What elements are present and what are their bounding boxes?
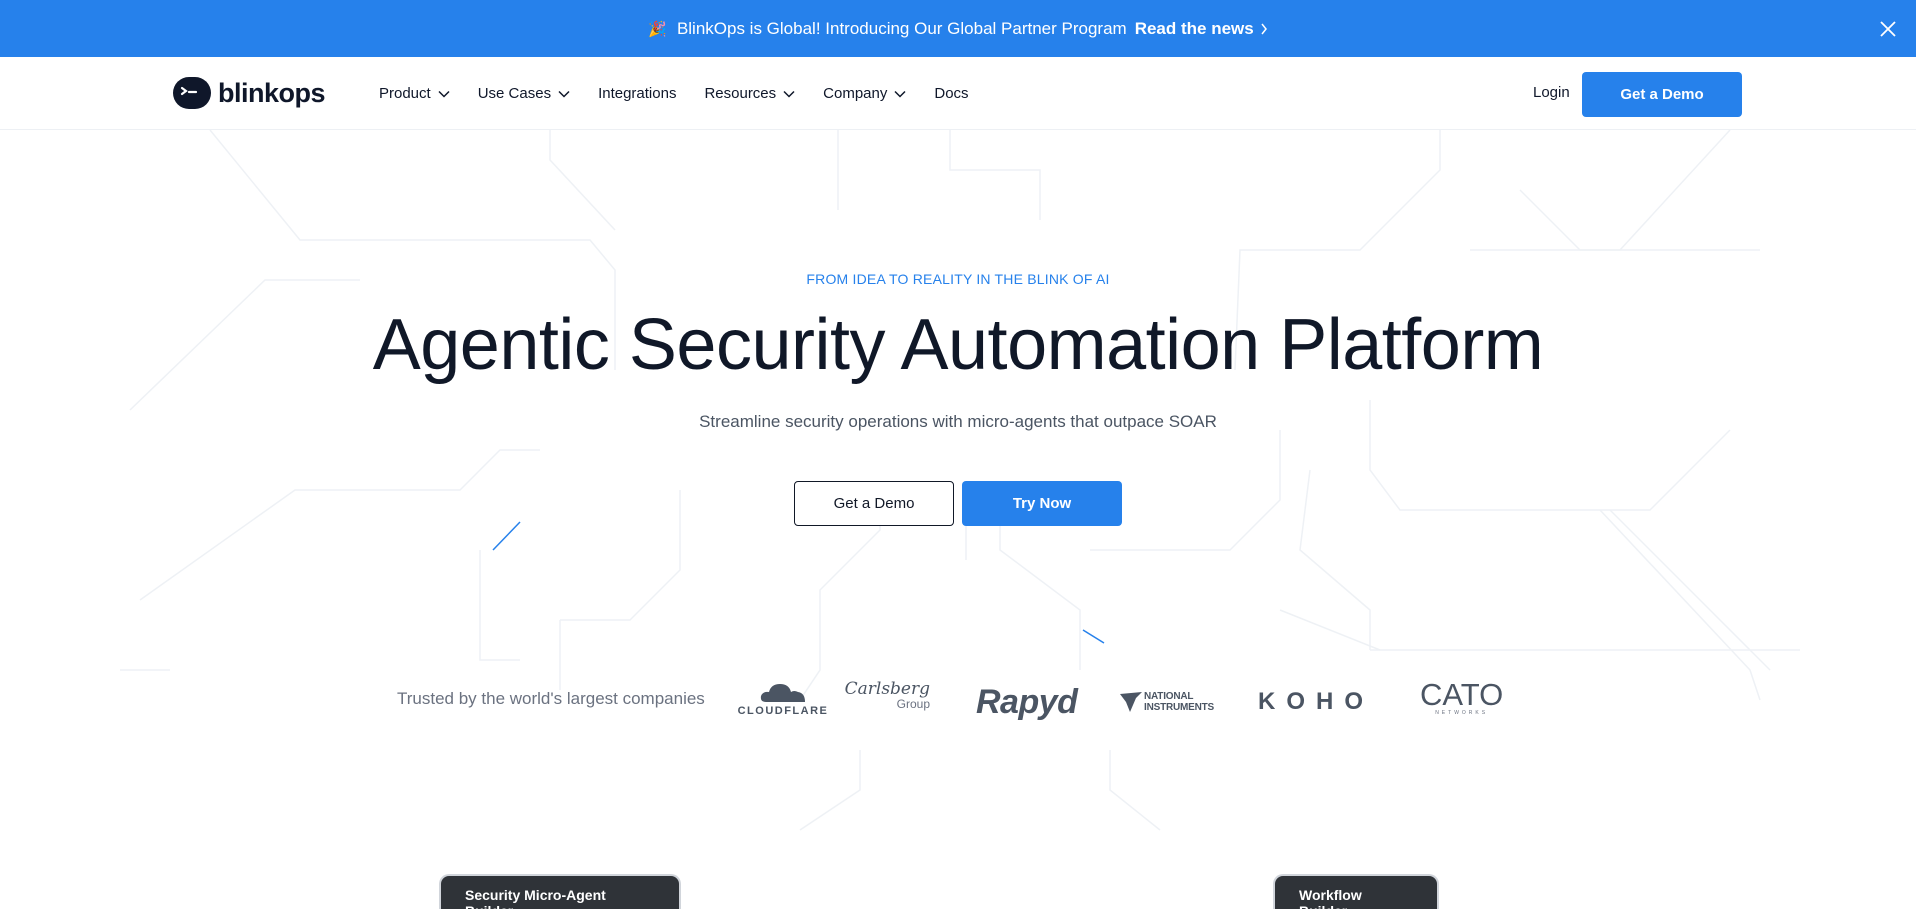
carlsberg-logo: Carlsberg Group [845, 680, 930, 724]
nav-menu: Product Use Cases Integrations Resources… [379, 57, 997, 130]
national-instruments-logo: NATIONAL INSTRUMENTS [1120, 680, 1214, 724]
nav-item-product[interactable]: Product [379, 85, 450, 102]
carlsberg-group-text: Group [896, 697, 930, 711]
nav-item-label: Resources [704, 85, 777, 102]
cato-networks-text: NETWORKS [1435, 710, 1489, 716]
chevron-down-icon [894, 90, 906, 98]
cato-wordmark: CATO [1420, 677, 1504, 712]
circuit-background [120, 130, 1800, 831]
ni-eagle-icon [1120, 692, 1142, 712]
nav-item-label: Integrations [598, 85, 677, 102]
read-news-label: Read the news [1134, 18, 1254, 38]
koho-logo: KOHO [1258, 688, 1374, 715]
carlsberg-wordmark: Carlsberg [844, 679, 930, 699]
chevron-down-icon [783, 90, 795, 98]
try-now-button[interactable]: Try Now [962, 481, 1122, 526]
hero-kicker: FROM IDEA TO REALITY IN THE BLINK OF AI [806, 271, 1110, 287]
party-emoji: 🎉 [648, 20, 667, 38]
ni-wordmark-line-1: NATIONAL [1144, 691, 1194, 702]
nav-item-label: Company [823, 85, 888, 102]
hero-subtitle: Streamline security operations with micr… [699, 412, 1217, 431]
nav-item-label: Product [379, 85, 431, 102]
blinkops-logo[interactable]: blinkops [172, 76, 326, 110]
security-micro-agent-builder-tab[interactable]: Security Micro-Agent Builder [441, 876, 679, 909]
nav-item-use-cases[interactable]: Use Cases [478, 85, 570, 102]
chevron-down-icon [558, 90, 570, 98]
nav-item-docs[interactable]: Docs [934, 85, 968, 102]
nav-item-integrations[interactable]: Integrations [598, 85, 676, 102]
trusted-label: Trusted by the world's largest companies [397, 689, 705, 708]
blinkops-logo-icon [172, 76, 212, 110]
ni-wordmark-line-2: INSTRUMENTS [1144, 702, 1215, 713]
cato-networks-logo: CATO NETWORKS [1420, 677, 1504, 724]
nav-item-label: Use Cases [477, 85, 552, 102]
chevron-down-icon [438, 90, 450, 98]
nav-item-company[interactable]: Company [823, 85, 906, 102]
main-nav: blinkops Product Use Cases Integrations … [0, 57, 1916, 130]
hero-get-demo-button[interactable]: Get a Demo [794, 481, 954, 526]
cloudflare-logo: CLOUDFLARE [738, 680, 828, 724]
read-news-link[interactable]: Read the news [1135, 19, 1268, 39]
workflow-builder-tab[interactable]: Workflow Builder [1275, 876, 1437, 909]
announcement-message: BlinkOps is Global! Introducing Our Glob… [676, 18, 1127, 38]
cloudflare-wordmark: CLOUDFLARE [737, 705, 829, 717]
rapyd-logo: Rapyd [976, 682, 1078, 721]
chevron-right-icon [1260, 23, 1268, 35]
close-icon[interactable] [1876, 17, 1900, 41]
login-link[interactable]: Login [1533, 84, 1570, 101]
nav-item-resources[interactable]: Resources [704, 85, 795, 102]
nav-item-label: Docs [934, 85, 969, 102]
announcement-bar: 🎉 BlinkOps is Global! Introducing Our Gl… [0, 0, 1916, 57]
nav-get-demo-button[interactable]: Get a Demo [1582, 72, 1742, 117]
logo-text: blinkops [218, 77, 326, 108]
hero-title: Agentic Security Automation Platform [372, 305, 1544, 385]
cloud-icon [760, 684, 805, 702]
